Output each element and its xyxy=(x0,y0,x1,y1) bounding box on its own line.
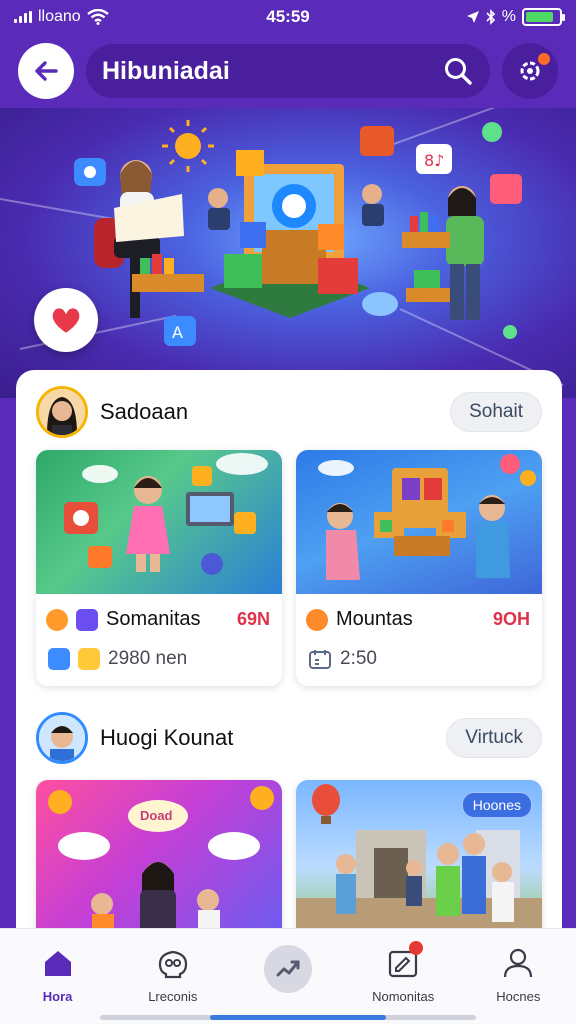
nav-item-compose[interactable] xyxy=(233,943,343,993)
content-card[interactable]: Somanitas 69N 2980 nen xyxy=(36,450,282,686)
content-card[interactable]: Mountas 9OH 2:50 xyxy=(296,450,542,686)
fruit-icon xyxy=(306,608,328,631)
book-icon xyxy=(48,648,70,670)
nav-label: Hora xyxy=(42,989,73,1004)
nav-label: Nomonitas xyxy=(372,989,435,1004)
home-indicator xyxy=(100,1015,476,1020)
wifi-icon xyxy=(86,9,109,25)
section-title: Huogi Kounat xyxy=(100,725,234,750)
favorite-button[interactable] xyxy=(34,288,98,352)
profile-icon xyxy=(504,948,533,978)
battery-icon xyxy=(522,8,565,26)
heart-icon xyxy=(50,306,82,336)
card-title: Mountas xyxy=(336,608,413,630)
bluetooth-icon xyxy=(486,9,495,25)
back-button[interactable] xyxy=(18,43,74,99)
folder-icon xyxy=(78,648,100,670)
section-header: Huogi Kounat Virtuck xyxy=(36,710,542,766)
signal-icon xyxy=(14,11,32,23)
card-thumbnail: Doad xyxy=(36,780,282,940)
section-title: Sadoaan xyxy=(100,399,189,424)
notification-dot xyxy=(536,51,552,67)
battery-percent: % xyxy=(501,8,516,25)
avatar[interactable] xyxy=(36,712,88,764)
bottom-navigation: Hora Lreconis Nomonitas Hocnes xyxy=(0,928,576,1024)
person-avatar-icon xyxy=(39,715,85,761)
app-header: Hibuniadai xyxy=(0,34,576,108)
card-badge: 9OH xyxy=(492,609,530,629)
calendar-icon xyxy=(309,650,331,669)
svg-text:A: A xyxy=(172,323,183,342)
notification-badge xyxy=(409,941,424,955)
search-button[interactable] xyxy=(440,53,476,89)
page-title: Hibuniadai xyxy=(102,56,230,85)
brain-icon xyxy=(158,950,187,979)
card-meta: 2980 nen xyxy=(108,648,188,669)
section-action-button[interactable]: Virtuck xyxy=(446,718,542,758)
content-card[interactable]: Doad xyxy=(36,780,282,940)
card-thumbnail: Hoones xyxy=(296,780,542,940)
card-title: Somanitas xyxy=(106,608,201,630)
card-thumbnail xyxy=(36,450,282,594)
hero-illustration: 8♪ A xyxy=(74,120,522,346)
card-thumbnail xyxy=(296,450,542,594)
status-bar: lloano 45:59 % xyxy=(0,0,576,34)
carrier-name: lloano xyxy=(38,8,81,25)
section-header: Sadoaan Sohait xyxy=(36,384,542,440)
person-avatar-icon xyxy=(39,389,85,435)
home-icon xyxy=(44,951,71,976)
section-action-button[interactable]: Sohait xyxy=(450,392,542,432)
sun-icon xyxy=(46,608,68,631)
avatar[interactable] xyxy=(36,386,88,438)
app-icon xyxy=(76,608,98,631)
content-sheet: Sadoaan Sohait Somanitas 69N 2980 nen Mo… xyxy=(16,370,562,940)
nav-item-learning[interactable]: Lreconis xyxy=(118,943,228,1004)
search-icon xyxy=(445,58,472,85)
nav-item-home[interactable]: Hora xyxy=(3,943,113,1004)
nav-label: Lreconis xyxy=(148,989,198,1004)
nav-item-profile[interactable]: Hocnes xyxy=(463,943,573,1004)
nav-item-notes[interactable]: Nomonitas xyxy=(348,941,458,1004)
card-meta: 2:50 xyxy=(340,648,377,669)
content-card[interactable]: Hoones xyxy=(296,780,542,940)
nav-label: Hocnes xyxy=(496,989,541,1004)
location-icon xyxy=(466,11,479,23)
svg-text:8♪: 8♪ xyxy=(424,151,444,170)
card-badge: 69N xyxy=(236,609,270,629)
settings-button[interactable] xyxy=(502,43,558,99)
compose-icon xyxy=(276,960,300,977)
title-bar: Hibuniadai xyxy=(86,44,490,98)
arrow-left-icon xyxy=(35,61,58,81)
cloud-label: Doad xyxy=(140,808,173,823)
card-tag: Hoones xyxy=(461,792,532,818)
hero-banner: 8♪ A xyxy=(0,108,576,398)
